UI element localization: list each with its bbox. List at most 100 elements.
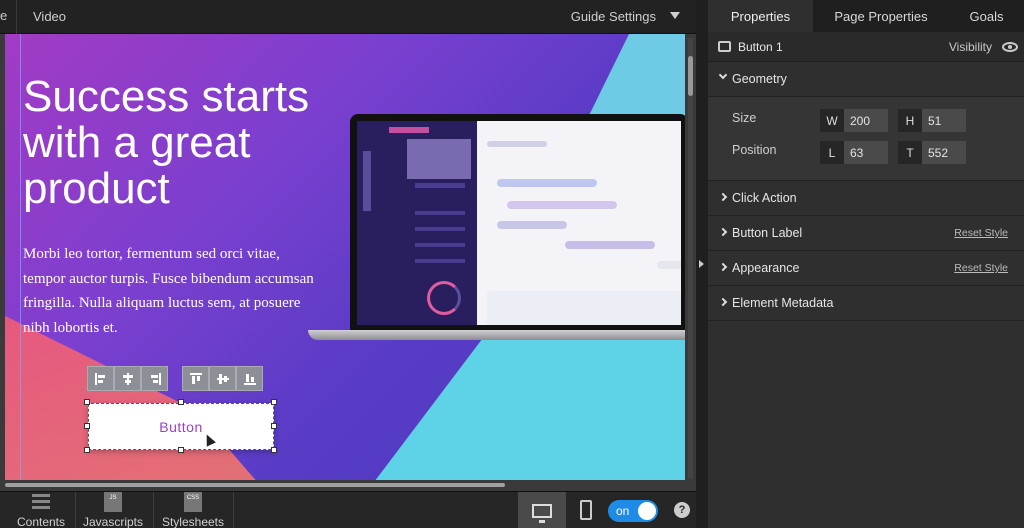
align-bottom-button[interactable] — [236, 366, 263, 391]
panel-collapse-handle[interactable] — [696, 0, 708, 528]
resize-handle[interactable] — [84, 423, 90, 429]
element-metadata-section-header[interactable]: Element Metadata — [708, 286, 1024, 321]
height-input[interactable]: 51 — [922, 109, 966, 132]
hero-paragraph[interactable]: Morbi leo tortor, fermentum sed orci vit… — [23, 242, 323, 340]
top-input[interactable]: 552 — [922, 141, 966, 164]
tab-page-properties[interactable]: Page Properties — [813, 0, 949, 32]
contents-button[interactable]: Contents — [10, 492, 72, 528]
contents-label: Contents — [16, 515, 66, 528]
geometry-section: Size Position W 200 H 51 L 63 T 552 — [708, 97, 1024, 181]
align-top-button[interactable] — [182, 366, 209, 391]
width-key: W — [820, 109, 844, 132]
align-left-icon — [94, 372, 107, 385]
javascripts-button[interactable]: JS Javascripts — [78, 492, 148, 528]
button-label-section-header[interactable]: Button Label Reset Style — [708, 216, 1024, 251]
laptop-screen — [350, 114, 685, 332]
align-bottom-icon — [243, 373, 256, 385]
guide-line — [20, 34, 21, 480]
align-middle-icon — [216, 373, 229, 385]
reset-style-link[interactable]: Reset Style — [954, 262, 1008, 274]
js-file-icon: JS — [104, 492, 122, 512]
width-field[interactable]: W 200 — [820, 109, 888, 132]
left-field[interactable]: L 63 — [820, 141, 888, 164]
mobile-view-icon[interactable] — [580, 500, 592, 520]
progress-ring — [427, 281, 461, 315]
chevron-right-icon — [718, 227, 728, 237]
click-action-section-header[interactable]: Click Action — [708, 181, 1024, 216]
align-center-button[interactable] — [114, 366, 141, 391]
resize-handle[interactable] — [271, 447, 277, 453]
chevron-right-icon — [718, 192, 728, 202]
align-top-icon — [189, 372, 202, 385]
button-element-icon — [718, 41, 731, 52]
topbar-divider — [16, 0, 17, 34]
element-metadata-title: Element Metadata — [732, 296, 834, 310]
tab-goals[interactable]: Goals — [949, 0, 1024, 32]
height-key: H — [898, 109, 922, 132]
page-canvas[interactable]: Success starts with a great product Morb… — [5, 34, 685, 480]
properties-panel: Properties Page Properties Goals Button … — [708, 0, 1024, 528]
button-label-title: Button Label — [732, 226, 803, 240]
size-label: Size — [732, 111, 757, 125]
align-center-icon — [122, 372, 134, 385]
width-input[interactable]: 200 — [844, 109, 888, 132]
selected-element-row: Button 1 Visibility — [708, 32, 1024, 62]
resize-handle[interactable] — [178, 399, 184, 405]
align-right-button[interactable] — [141, 366, 168, 391]
geometry-title: Geometry — [732, 72, 787, 86]
visibility-label: Visibility — [948, 40, 992, 54]
align-middle-button[interactable] — [209, 366, 236, 391]
hero-heading[interactable]: Success starts with a great product — [23, 74, 363, 212]
top-field[interactable]: T 552 — [898, 141, 966, 164]
toggle-knob — [638, 502, 656, 520]
chevron-down-icon — [718, 70, 728, 80]
height-field[interactable]: H 51 — [898, 109, 966, 132]
tab-properties[interactable]: Properties — [708, 0, 813, 32]
click-action-title: Click Action — [732, 191, 797, 205]
laptop-image[interactable] — [308, 114, 685, 344]
top-key: T — [898, 141, 922, 164]
vertical-scrollbar[interactable] — [688, 38, 693, 478]
preview-toggle[interactable]: on — [608, 500, 658, 522]
align-right-icon — [149, 372, 161, 385]
page-title: Video — [33, 9, 67, 24]
resize-handle[interactable] — [271, 423, 277, 429]
resize-handle[interactable] — [84, 399, 90, 405]
cta-button-label: Button — [159, 418, 203, 435]
left-key: L — [820, 141, 844, 164]
reset-style-link[interactable]: Reset Style — [954, 227, 1008, 239]
chevron-right-icon — [718, 297, 728, 307]
chevron-down-icon[interactable] — [670, 12, 680, 19]
dashboard-screenshot — [357, 121, 681, 325]
position-label: Position — [732, 143, 777, 157]
laptop-base — [308, 330, 685, 340]
left-input[interactable]: 63 — [844, 141, 888, 164]
resize-handle[interactable] — [84, 447, 90, 453]
element-name: Button 1 — [738, 40, 783, 54]
horizontal-scrollbar[interactable] — [5, 481, 687, 489]
chevron-right-icon — [718, 262, 728, 272]
selected-cta-button[interactable]: Button — [88, 403, 274, 450]
resize-handle[interactable] — [271, 399, 277, 405]
resize-handle[interactable] — [178, 447, 184, 453]
dashboard-sidebar — [357, 121, 477, 325]
desktop-view-button[interactable] — [518, 492, 566, 528]
help-icon[interactable]: ? — [674, 502, 690, 518]
stylesheets-button[interactable]: CSS Stylesheets — [156, 492, 230, 528]
panel-tabs: Properties Page Properties Goals — [708, 0, 1024, 32]
bottom-toolbar: Contents JS Javascripts CSS Stylesheets … — [0, 491, 696, 528]
appearance-title: Appearance — [732, 261, 800, 275]
align-left-button[interactable] — [87, 366, 114, 391]
geometry-section-header[interactable]: Geometry — [708, 62, 1024, 97]
eye-icon[interactable] — [1002, 42, 1018, 52]
guide-settings-button[interactable]: Guide Settings — [571, 9, 656, 24]
javascripts-label: Javascripts — [82, 515, 144, 528]
canvas-topbar: e Video Guide Settings — [0, 0, 696, 34]
appearance-section-header[interactable]: Appearance Reset Style — [708, 251, 1024, 286]
canvas-area: Success starts with a great product Morb… — [0, 34, 696, 491]
monitor-icon — [532, 503, 552, 523]
stylesheets-label: Stylesheets — [161, 515, 225, 528]
chevron-right-icon — [699, 260, 704, 268]
alignment-toolbar — [87, 366, 263, 391]
toggle-label: on — [616, 504, 630, 518]
